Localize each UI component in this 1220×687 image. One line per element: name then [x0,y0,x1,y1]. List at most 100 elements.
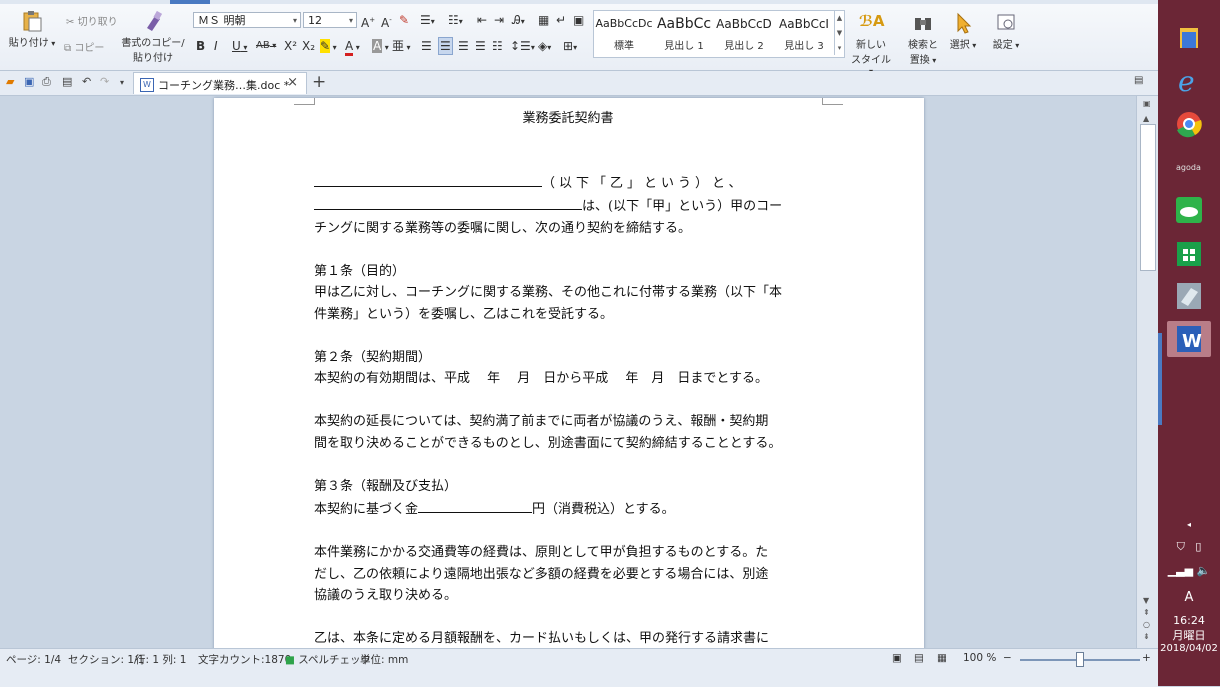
eraser-app-icon [1177,283,1201,309]
grow-font-button[interactable]: A+ [361,12,375,31]
agoda-button[interactable]: agoda [1167,149,1211,185]
paste-button[interactable]: 貼り付け ▾ [6,10,58,49]
zoom-slider-thumb[interactable] [1076,652,1084,667]
undo-icon[interactable]: ↶ [82,75,91,88]
article-3-para-3-line-1: 乙は、本条に定める月額報酬を、カード払いもしくは、甲の発行する請求書に [314,631,770,646]
align-left-button[interactable]: ☰ [421,38,432,54]
chrome-button[interactable] [1167,106,1211,142]
ime-indicator[interactable]: A [1158,590,1220,605]
shading-button[interactable]: ◈▾ [538,38,551,56]
shrink-font-button[interactable]: A- [381,12,392,31]
cloud-app-button[interactable] [1167,192,1211,228]
font-color-button[interactable]: A ▾ [345,38,360,56]
borders-button[interactable]: ⊞▾ [563,38,577,56]
save-icon[interactable]: ▣ [24,75,34,88]
tab-document[interactable]: W コーチング業務…集.doc * × [133,72,307,94]
party-a-blank [314,194,582,210]
prev-page-icon[interactable]: ⇞ [1143,608,1150,617]
browse-object-icon[interactable]: ○ [1143,620,1150,629]
page-view-icon[interactable]: ▣ [892,652,902,664]
next-page-icon[interactable]: ⇟ [1143,632,1150,641]
align-center-button[interactable]: ☰ [438,37,453,55]
border-button[interactable]: ▣ [573,12,584,28]
show-marks-button[interactable]: ↵ [556,12,566,28]
increase-indent-button[interactable]: ⇥ [494,12,504,28]
internet-explorer-button[interactable]: e [1167,63,1211,99]
scroll-down-icon[interactable]: ▼ [1143,596,1149,605]
subscript-button[interactable]: X₂ [302,38,315,54]
bullet-list-button[interactable]: ☰▾ [420,12,435,30]
article-2-para-2-line-1: 本契約の延長については、契約満了前までに両者が協議のうえ、報酬・契約期 [314,414,769,429]
style-heading-2[interactable]: AaBbCcD 見出し 2 [714,11,774,55]
scrollbar-thumb[interactable] [1140,124,1156,271]
eraser-app-button[interactable] [1167,278,1211,314]
outline-view-icon[interactable]: ▤ [914,652,924,664]
format-painter-icon [147,10,163,31]
word-doc-icon: W [140,78,154,92]
copy-button[interactable]: ⧉ コピー [64,39,104,54]
paste-icon [23,11,42,32]
italic-button[interactable]: I [214,38,218,54]
status-word-count[interactable]: 文字カウント:1870 [198,652,291,667]
line-spacing-button[interactable]: ↕☰▾ [510,38,535,56]
new-style-button[interactable]: ℬA 新しい スタイル ▾ [848,12,894,77]
clear-format-button[interactable]: ✎ [399,12,409,28]
font-size-select[interactable]: 12 ▾ [303,12,357,28]
text-direction-button[interactable]: Ꭿ▾ [512,12,525,30]
file-explorer-button[interactable] [1167,20,1211,56]
document-page[interactable]: 業務委託契約書 （以下「乙」という）と、 は、(以下「甲」という）甲のコー チン… [214,98,924,648]
highlight-button[interactable]: ✎ ▾ [320,38,337,56]
zoom-level[interactable]: 100 % [963,652,996,664]
vertical-scrollbar[interactable]: ▣ ▲ ▼ ⇞ ○ ⇟ [1136,96,1159,648]
wps-writer-button[interactable]: W [1167,321,1211,357]
style-heading-3[interactable]: AaBbCcI 見出し 3 [774,11,834,55]
zoom-in-icon[interactable]: + [1142,652,1151,664]
format-painter-button[interactable]: 書式のコピー/ 貼り付け [120,10,186,64]
zoom-out-icon[interactable]: − [1003,652,1012,664]
print-icon[interactable]: ⎙ [42,75,51,89]
print-preview-icon[interactable]: ▤ [62,75,72,88]
justify-button[interactable]: ☰ [475,38,486,54]
view-toggle-icon[interactable]: ▣ [1143,99,1151,108]
clock[interactable]: 16:24 月曜日 2018/04/02 [1158,614,1220,654]
align-right-button[interactable]: ☰ [458,38,469,54]
superscript-button[interactable]: X² [284,38,297,54]
find-replace-button[interactable]: 検索と 置換 ▾ [903,12,943,66]
decrease-indent-button[interactable]: ⇤ [477,12,487,28]
ribbon-options-icon[interactable]: ▤ [1134,75,1143,86]
scroll-up-icon[interactable]: ▲ [1143,114,1149,123]
volume-icon[interactable]: 🔈 [1197,564,1211,577]
store-button[interactable] [1167,235,1211,271]
style-normal[interactable]: AaBbCcDc 標準 [594,11,654,55]
font-name-select[interactable]: ＭＳ 明朝 ▾ [193,12,301,28]
network-icon[interactable]: ▁▃▅ [1168,564,1193,577]
spell-check-status[interactable]: ■ スペルチェック [285,652,371,667]
numbered-list-button[interactable]: ☷▾ [448,12,463,30]
char-shading-button[interactable]: A ▾ [372,38,389,56]
security-icon[interactable]: ⛉ [1177,540,1185,553]
app-menu-icon[interactable]: ▰ [6,75,14,88]
underline-button[interactable]: U ▾ [232,38,247,56]
new-tab-button[interactable]: + [312,72,326,92]
close-icon[interactable]: × [287,75,298,90]
phonetic-guide-button[interactable]: 亜 ▾ [392,38,411,56]
style-heading-1[interactable]: AaBbCc 見出し 1 [654,11,714,55]
redo-icon[interactable]: ↷ [100,75,109,88]
tray-overflow-icon[interactable]: ◂ [1158,520,1220,529]
settings-button[interactable]: 設定 ▾ [986,12,1026,51]
status-page[interactable]: ページ: 1/4 [6,652,61,667]
strikethrough-button[interactable]: AB ▾ [256,38,276,54]
distribute-button[interactable]: ☷ [492,38,503,54]
table-button[interactable]: ▦ [538,12,549,28]
bold-button[interactable]: B [196,38,205,54]
start-button[interactable] [1167,0,1211,12]
battery-icon[interactable]: ▯ [1195,540,1201,553]
cut-button[interactable]: ✂ 切り取り [66,13,118,28]
style-gallery-scroll[interactable]: ▲ ▼ ▾ [834,11,844,55]
web-view-icon[interactable]: ▦ [937,652,947,664]
quick-access-dropdown-icon[interactable]: ▾ [120,78,124,87]
text-direction-icon: Ꭿ [512,13,521,27]
new-style-label-2: スタイル [851,55,891,66]
select-button[interactable]: 選択 ▾ [945,12,981,51]
taskbar: e agoda W ◂ ⛉ ▯ ▁▃▅ 🔈 A 16:24 月曜日 2018/0… [1158,0,1220,686]
